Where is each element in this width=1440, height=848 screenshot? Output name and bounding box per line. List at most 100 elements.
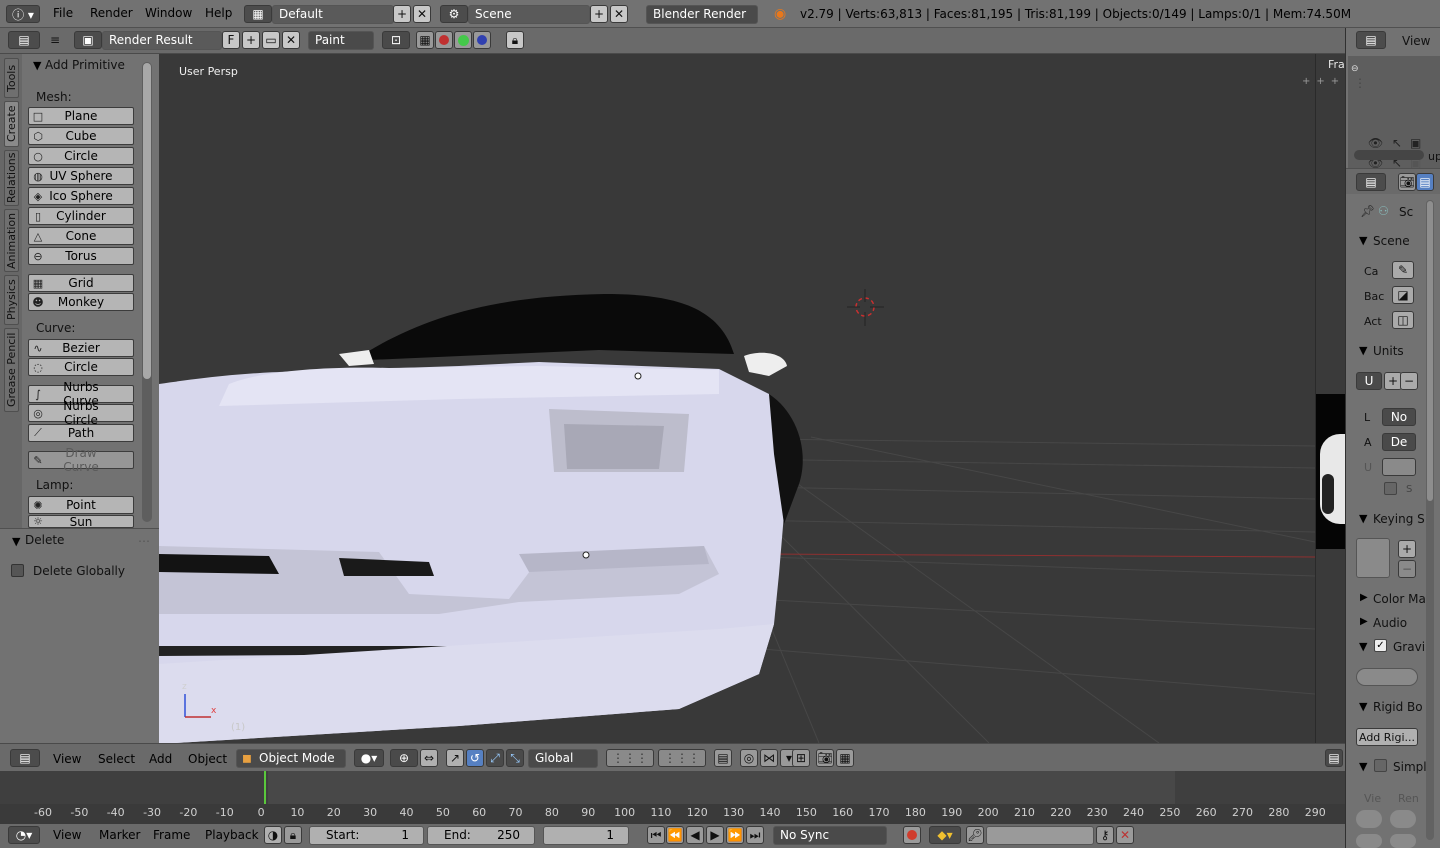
- keying-set-add-icon[interactable]: 🔑︎: [966, 826, 984, 844]
- draw-curve-button[interactable]: ✎ Draw Curve: [28, 446, 134, 474]
- gravity-fields[interactable]: [1356, 668, 1418, 686]
- timeline[interactable]: -60 -50 -40 -30 -20 -10 0 10 20 30 40 50 60 70 80 90 100…: [0, 771, 1345, 824]
- collapse-arrow-icon[interactable]: ▼: [1359, 640, 1367, 653]
- jump-keyframe-forward-icon[interactable]: ⏩: [726, 826, 744, 844]
- sync-mode-select[interactable]: No Sync: [773, 826, 887, 845]
- grip-icon[interactable]: ⋯: [138, 534, 150, 548]
- open-image-icon[interactable]: ▭: [262, 31, 280, 49]
- viewport-shading-icon[interactable]: ●▾: [354, 749, 384, 767]
- expand-arrow-icon[interactable]: ▶: [1360, 616, 1368, 627]
- remove-layout-icon[interactable]: ✕: [413, 5, 431, 23]
- add-bezier-button[interactable]: ∿ Bezier: [28, 339, 134, 357]
- screen-layout-icon[interactable]: ▦: [244, 5, 272, 23]
- image-editor-strip[interactable]: Fra +++: [1302, 54, 1346, 743]
- add-cone-button[interactable]: △ Cone: [28, 227, 134, 245]
- end-frame-field[interactable]: End: 250: [427, 826, 535, 845]
- menu-object[interactable]: Object: [188, 752, 227, 766]
- add-layout-icon[interactable]: +: [393, 5, 411, 23]
- scene-icon[interactable]: ⚙: [440, 5, 468, 23]
- current-frame-marker[interactable]: [264, 771, 266, 804]
- insert-keyframe-icon[interactable]: ⚷: [1096, 826, 1114, 844]
- green-channel-icon[interactable]: [454, 31, 472, 49]
- add-nurbs-circle-button[interactable]: ◎ Nurbs Circle: [28, 399, 134, 427]
- length-unit-select[interactable]: No: [1382, 408, 1416, 426]
- timeline-editor-icon[interactable]: ◔▾: [8, 826, 40, 844]
- background-field-icon[interactable]: ◪: [1392, 286, 1414, 304]
- menu-frame[interactable]: Frame: [153, 828, 190, 842]
- menu-render[interactable]: Render: [90, 6, 133, 20]
- outliner-view-menu[interactable]: View: [1402, 34, 1430, 48]
- play-icon[interactable]: ▶: [706, 826, 724, 844]
- jump-start-icon[interactable]: ⏮: [647, 826, 665, 844]
- menu-toggle-icon[interactable]: ≡: [46, 31, 64, 49]
- menu-view[interactable]: View: [53, 828, 81, 842]
- delete-globally-checkbox[interactable]: [11, 564, 24, 577]
- menu-playback[interactable]: Playback: [205, 828, 259, 842]
- add-rigid-body-button[interactable]: Add Rigi...: [1356, 728, 1418, 746]
- fake-user-button[interactable]: F: [222, 31, 240, 49]
- unit-scale-field[interactable]: [1382, 458, 1416, 476]
- manipulator-toggle-icon[interactable]: ⇔: [420, 749, 438, 767]
- render-layer-icon[interactable]: ▤: [714, 749, 732, 767]
- menu-marker[interactable]: Marker: [99, 828, 140, 842]
- add-torus-button[interactable]: ⊖ Torus: [28, 247, 134, 265]
- image-browse-icon[interactable]: ▣: [74, 31, 102, 49]
- collapse-arrow-icon[interactable]: ▼: [1359, 344, 1367, 357]
- proportional-edit-icon[interactable]: ◎: [740, 749, 758, 767]
- outliner-scrollbar[interactable]: [1354, 150, 1424, 160]
- add-monkey-button[interactable]: ☻ Monkey: [28, 293, 134, 311]
- unlink-image-icon[interactable]: ✕: [282, 31, 300, 49]
- render-layers-tab-icon[interactable]: ▤: [1416, 173, 1434, 191]
- add-uv-sphere-button[interactable]: ◍ UV Sphere: [28, 167, 134, 185]
- transform-orientation-select[interactable]: Global: [528, 749, 598, 768]
- add-point-lamp-button[interactable]: ✺ Point: [28, 496, 134, 514]
- add-keying-set-icon[interactable]: +: [1398, 540, 1416, 558]
- collapse-icon[interactable]: ⊖: [1351, 64, 1359, 74]
- opengl-render-icon[interactable]: 📷︎: [816, 749, 834, 767]
- tab-animation[interactable]: Animation: [4, 209, 19, 272]
- tab-physics[interactable]: Physics: [4, 275, 19, 325]
- add-cylinder-button[interactable]: ▯ Cylinder: [28, 207, 134, 225]
- remove-keying-set-icon[interactable]: −: [1398, 560, 1416, 578]
- collapse-arrow-icon[interactable]: ▼: [12, 535, 20, 548]
- eye-icon[interactable]: 👁︎: [1368, 136, 1383, 150]
- keying-sets-list[interactable]: [1356, 538, 1390, 578]
- gravity-checkbox[interactable]: ✓: [1374, 639, 1387, 652]
- editor-type-icon[interactable]: ▤: [1325, 749, 1343, 767]
- menu-select[interactable]: Select: [98, 752, 135, 766]
- simplify-render-field[interactable]: [1390, 810, 1416, 828]
- tab-tools[interactable]: Tools: [4, 58, 19, 98]
- add-curve-circle-button[interactable]: ◌ Circle: [28, 358, 134, 376]
- collapse-arrow-icon[interactable]: ▼: [33, 59, 41, 72]
- outliner-editor-icon[interactable]: ▤: [1356, 31, 1386, 49]
- record-icon[interactable]: [903, 826, 921, 844]
- add-circle-button[interactable]: ○ Circle: [28, 147, 134, 165]
- active-clip-field-icon[interactable]: ◫: [1392, 311, 1414, 329]
- collapse-arrow-icon[interactable]: ▼: [1359, 512, 1367, 525]
- add-ico-sphere-button[interactable]: ◈ Ico Sphere: [28, 187, 134, 205]
- opengl-anim-icon[interactable]: ▦: [836, 749, 854, 767]
- translate-manipulator-icon[interactable]: ↗: [446, 749, 464, 767]
- info-editor-icon[interactable]: ⓘ ▾: [6, 5, 40, 23]
- add-plane-button[interactable]: □ Plane: [28, 107, 134, 125]
- new-image-icon[interactable]: +: [242, 31, 260, 49]
- angle-unit-select[interactable]: De: [1382, 433, 1416, 451]
- active-keying-set-field[interactable]: [986, 826, 1094, 845]
- object-mode-select[interactable]: Object Mode: [236, 749, 346, 768]
- simplify-render-field[interactable]: [1390, 834, 1416, 848]
- mode-select[interactable]: Paint: [308, 31, 374, 50]
- simplify-checkbox[interactable]: [1374, 759, 1387, 772]
- image-name-field[interactable]: Render Result: [102, 31, 222, 50]
- render-engine-select[interactable]: Blender Render: [646, 5, 758, 24]
- camera-icon[interactable]: ▣: [1410, 136, 1421, 150]
- add-cube-button[interactable]: ⬡ Cube: [28, 127, 134, 145]
- start-frame-field[interactable]: Start: 1: [309, 826, 424, 845]
- menu-window[interactable]: Window: [145, 6, 192, 20]
- snap-icon[interactable]: ⋈: [760, 749, 778, 767]
- tab-create[interactable]: Create: [4, 101, 19, 147]
- lock-icon[interactable]: 🔒︎: [506, 31, 524, 49]
- pivot-icon[interactable]: ⊡: [382, 31, 410, 49]
- delete-keyframe-icon[interactable]: ✕: [1116, 826, 1134, 844]
- collapse-arrow-icon[interactable]: ▼: [1359, 700, 1367, 713]
- collapse-arrow-icon[interactable]: ▼: [1359, 760, 1367, 773]
